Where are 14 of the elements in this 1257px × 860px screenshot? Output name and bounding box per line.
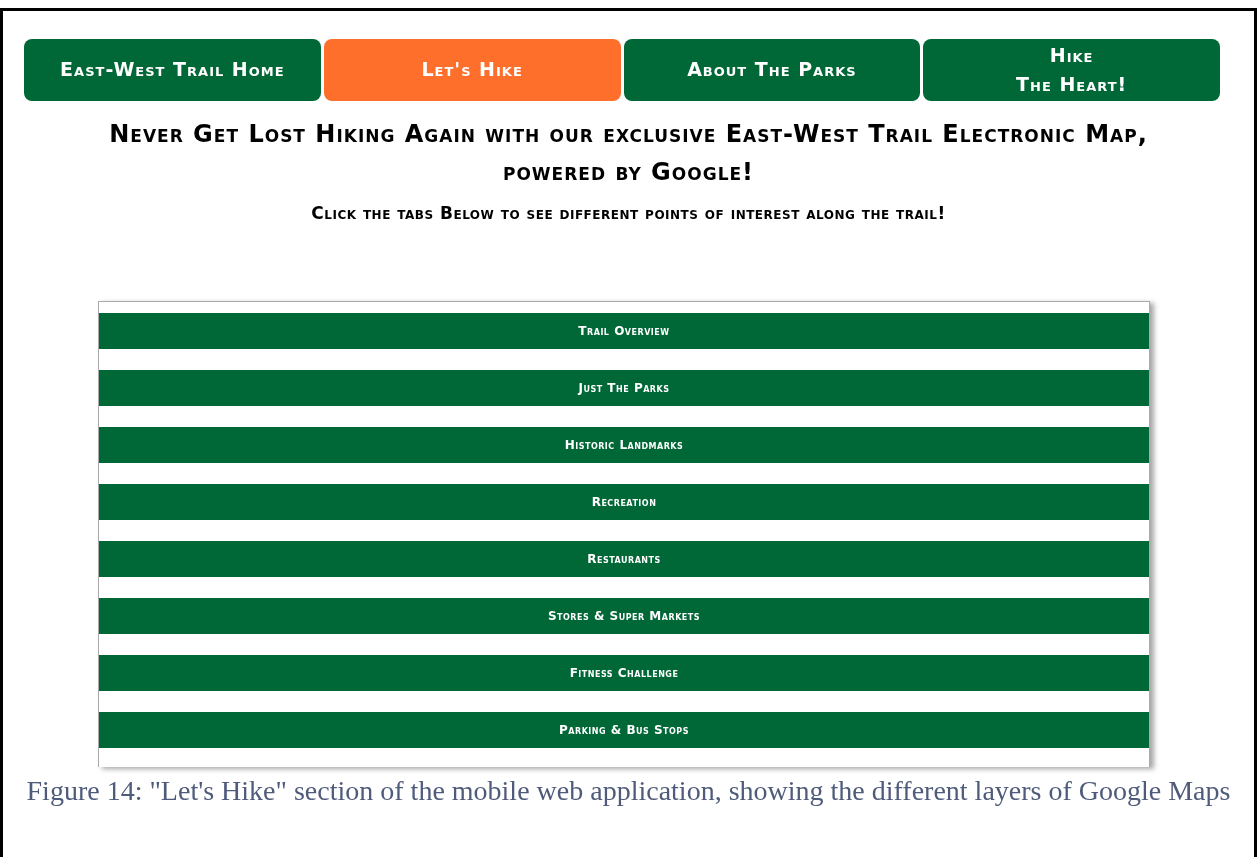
nav-tab[interactable]: About The Parks [623, 39, 921, 101]
layer-tab[interactable]: Parking & Bus Stops [99, 712, 1149, 748]
page-heading: Never Get Lost Hiking Again with our exclusive East-West Trail Electronic Map, powered by Google! [108, 119, 1149, 188]
layer-tab[interactable]: Just The Parks [99, 370, 1149, 406]
layer-tab[interactable]: Fitness Challenge [99, 655, 1149, 691]
figure-caption: Figure 14: "Let's Hike" section of the mobile web application, showing the different layers of Google Maps [25, 774, 1232, 808]
instruction-text: Click the tabs Below to see different points of interest along the trail! [311, 203, 946, 223]
nav-tab[interactable]: East-West Trail Home [24, 39, 321, 101]
layer-tab[interactable]: Restaurants [99, 541, 1149, 577]
layer-tab[interactable]: Trail Overview [99, 313, 1149, 349]
layer-tab[interactable]: Recreation [99, 484, 1149, 520]
layer-tab[interactable]: Stores & Super Markets [99, 598, 1149, 634]
layer-tab[interactable]: Historic Landmarks [99, 427, 1149, 463]
nav-tab[interactable]: Hike The Heart! [923, 39, 1220, 101]
